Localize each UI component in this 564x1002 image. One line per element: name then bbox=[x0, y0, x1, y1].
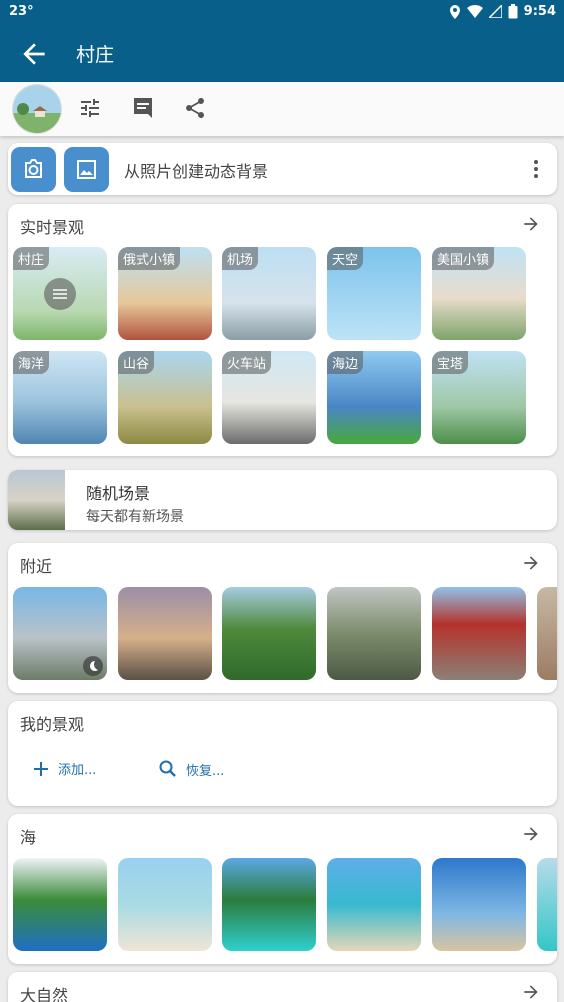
battery-icon bbox=[508, 4, 518, 19]
scene-label: 山谷 bbox=[118, 351, 155, 374]
create-from-photo-card: 从照片创建动态背景 bbox=[8, 143, 557, 195]
scene-label: 天空 bbox=[327, 247, 364, 270]
tune-overlay-icon bbox=[44, 278, 76, 310]
tune-icon[interactable] bbox=[78, 96, 102, 120]
add-scene-label: 添加... bbox=[58, 763, 97, 778]
nature-title: 大自然 bbox=[20, 986, 69, 1002]
back-arrow-icon[interactable] bbox=[18, 38, 50, 70]
image-icon bbox=[77, 160, 96, 179]
nearby-title: 附近 bbox=[20, 557, 53, 576]
signal-icon bbox=[488, 5, 502, 18]
arrow-forward-icon[interactable] bbox=[521, 824, 541, 844]
sea-thumb-4[interactable] bbox=[327, 858, 421, 951]
clock-text: 9:54 bbox=[523, 4, 556, 19]
random-scene-card[interactable]: 随机场景 每天都有新场景 bbox=[8, 470, 557, 530]
nearby-thumb-2[interactable] bbox=[118, 587, 212, 680]
scene-label: 俄式小镇 bbox=[118, 247, 181, 270]
scene-preview-avatar[interactable] bbox=[12, 84, 62, 134]
share-icon[interactable] bbox=[183, 96, 207, 120]
sea-thumb-1[interactable] bbox=[13, 858, 107, 951]
location-icon bbox=[449, 4, 460, 19]
live-scenes-title: 实时景观 bbox=[20, 218, 85, 237]
night-moon-icon bbox=[83, 656, 103, 676]
scene-label: 火车站 bbox=[222, 351, 272, 374]
random-scene-subtitle: 每天都有新场景 bbox=[86, 509, 184, 525]
my-scenes-title: 我的景观 bbox=[20, 715, 85, 734]
scene-thumb-pagoda[interactable]: 宝塔 bbox=[432, 351, 526, 444]
arrow-forward-icon[interactable] bbox=[521, 982, 541, 1002]
nearby-thumb-1[interactable] bbox=[13, 587, 107, 680]
scene-label: 宝塔 bbox=[432, 351, 469, 374]
scene-thumb-airport[interactable]: 机场 bbox=[222, 247, 316, 340]
scene-toolbar bbox=[0, 82, 564, 136]
comment-icon[interactable] bbox=[131, 96, 155, 120]
plus-icon bbox=[34, 761, 48, 776]
arrow-forward-icon[interactable] bbox=[521, 553, 541, 573]
sea-title: 海 bbox=[20, 828, 37, 847]
sea-card: 海 bbox=[8, 814, 557, 964]
status-bar: 23° 9:54 bbox=[0, 0, 564, 24]
nearby-thumb-6[interactable] bbox=[537, 587, 557, 680]
restore-scene-button[interactable]: 恢复... bbox=[158, 759, 224, 779]
random-scene-title: 随机场景 bbox=[86, 484, 151, 503]
nearby-card: 附近 bbox=[8, 543, 557, 693]
live-scenes-card: 实时景观 村庄 俄式小镇 机场 天空 美国小镇 海洋 山谷 火车站 海边 宝塔 bbox=[8, 204, 557, 456]
app-bar: 村庄 bbox=[0, 24, 564, 82]
my-scenes-card: 我的景观 添加... 恢复... bbox=[8, 701, 557, 806]
scene-thumb-russian-town[interactable]: 俄式小镇 bbox=[118, 247, 212, 340]
sea-thumb-5[interactable] bbox=[432, 858, 526, 951]
create-from-photo-text: 从照片创建动态背景 bbox=[124, 162, 269, 181]
nearby-thumb-3[interactable] bbox=[222, 587, 316, 680]
wifi-icon bbox=[466, 5, 483, 18]
arrow-forward-icon[interactable] bbox=[521, 214, 541, 234]
camera-icon bbox=[25, 159, 42, 178]
scene-label: 美国小镇 bbox=[432, 247, 495, 270]
nature-card: 大自然 bbox=[8, 972, 557, 1002]
scene-label: 机场 bbox=[222, 247, 259, 270]
sea-thumb-6[interactable] bbox=[537, 858, 557, 951]
search-icon bbox=[159, 760, 176, 777]
scene-thumb-village[interactable]: 村庄 bbox=[13, 247, 107, 340]
scene-thumb-seaside[interactable]: 海边 bbox=[327, 351, 421, 444]
temperature-text: 23° bbox=[9, 4, 34, 19]
sea-thumb-2[interactable] bbox=[118, 858, 212, 951]
scene-label: 海边 bbox=[327, 351, 364, 374]
page-title: 村庄 bbox=[76, 44, 115, 66]
more-vert-icon[interactable] bbox=[533, 159, 539, 179]
scene-thumb-valley[interactable]: 山谷 bbox=[118, 351, 212, 444]
scene-thumb-ocean[interactable]: 海洋 bbox=[13, 351, 107, 444]
scene-label: 村庄 bbox=[13, 247, 50, 270]
scene-thumb-train-station[interactable]: 火车站 bbox=[222, 351, 316, 444]
scene-label: 海洋 bbox=[13, 351, 50, 374]
status-icons: 9:54 bbox=[449, 4, 556, 19]
scene-thumb-american-town[interactable]: 美国小镇 bbox=[432, 247, 526, 340]
camera-button[interactable] bbox=[11, 147, 56, 192]
random-scene-image bbox=[8, 470, 65, 530]
gallery-button[interactable] bbox=[64, 147, 109, 192]
nearby-thumb-5[interactable] bbox=[432, 587, 526, 680]
nearby-thumb-4[interactable] bbox=[327, 587, 421, 680]
restore-scene-label: 恢复... bbox=[186, 763, 225, 779]
add-scene-button[interactable]: 添加... bbox=[32, 759, 96, 778]
sea-thumb-3[interactable] bbox=[222, 858, 316, 951]
scene-thumb-sky[interactable]: 天空 bbox=[327, 247, 421, 340]
